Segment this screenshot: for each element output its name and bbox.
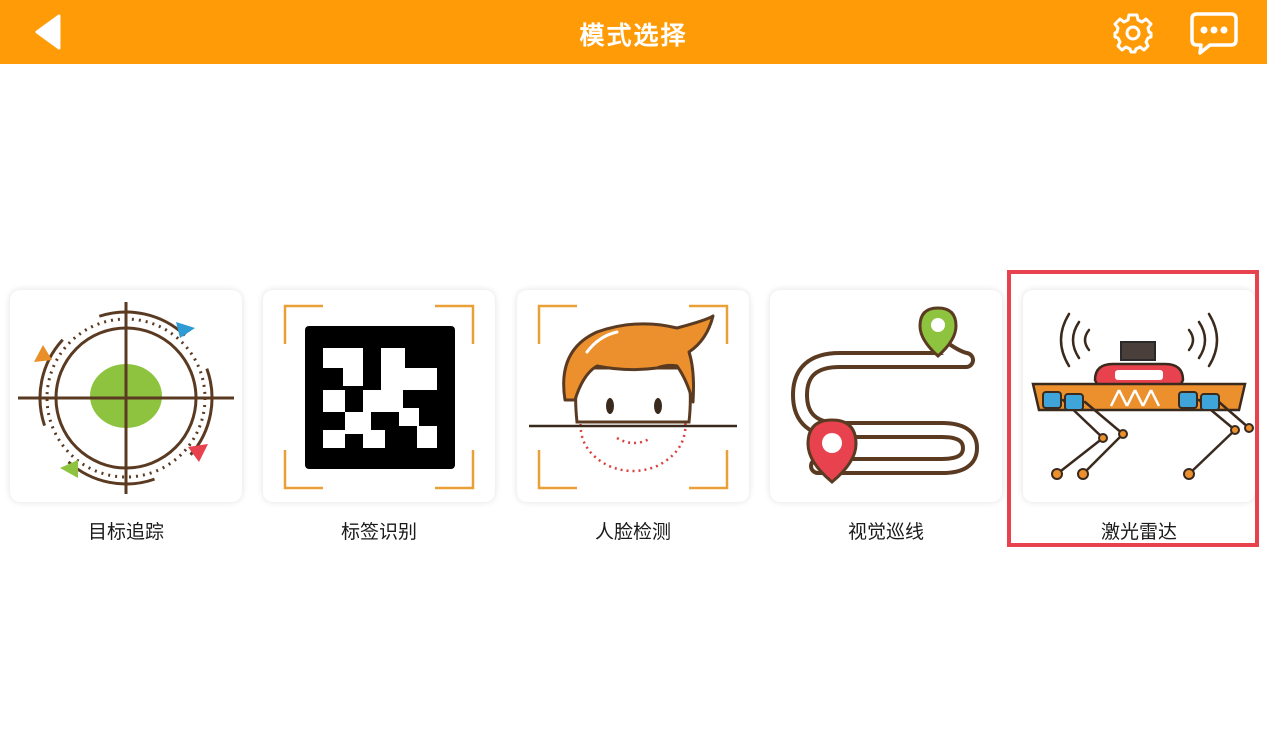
- target-tracking-icon: [18, 302, 234, 494]
- tag-recognition-icon: [283, 304, 475, 490]
- mode-card-tag-recognition[interactable]: [263, 290, 495, 502]
- top-bar: 模式选择: [0, 0, 1267, 64]
- mode-card-target-tracking[interactable]: [10, 290, 242, 502]
- gear-icon: [1113, 13, 1153, 54]
- mode-card-face-detection[interactable]: [517, 290, 749, 502]
- chat-button[interactable]: [1188, 10, 1240, 56]
- settings-button[interactable]: [1111, 11, 1155, 55]
- mode-card-line-following[interactable]: [770, 290, 1002, 502]
- line-following-icon: [791, 306, 979, 484]
- face-detection-icon: [529, 304, 737, 490]
- mode-label-line-following: 视觉巡线: [847, 521, 924, 543]
- mode-label-target-tracking: 目标追踪: [87, 521, 164, 543]
- page-title: 模式选择: [579, 21, 688, 50]
- mode-label-tag-recognition: 标签识别: [340, 521, 417, 543]
- selection-highlight: [1007, 270, 1259, 547]
- chat-bubble-icon: [1190, 12, 1238, 55]
- mode-label-face-detection: 人脸检测: [594, 521, 671, 543]
